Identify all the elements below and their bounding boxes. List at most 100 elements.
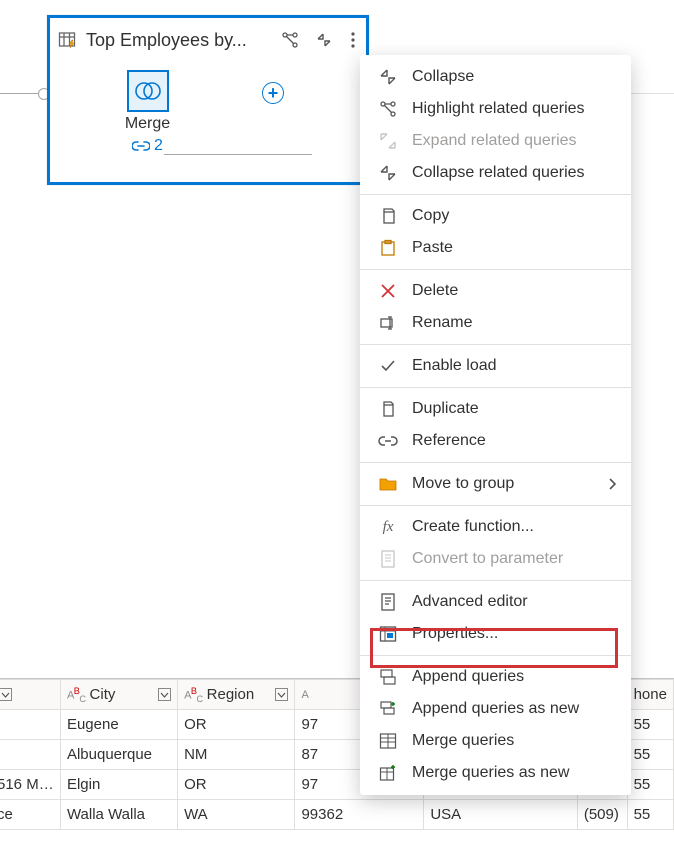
menu-properties[interactable]: Properties... [360, 618, 631, 650]
menu-delete[interactable]: Delete [360, 275, 631, 307]
table-cell[interactable]: Albuquerque [60, 740, 177, 770]
menu-label: Copy [412, 207, 449, 225]
menu-separator [360, 194, 631, 195]
table-cell[interactable] [0, 740, 60, 770]
menu-copy[interactable]: Copy [360, 200, 631, 232]
text-type-icon: ABC [184, 686, 203, 704]
merge-queries-icon [378, 731, 398, 751]
menu-label: Collapse related queries [412, 164, 585, 182]
table-cell[interactable]: 55 [627, 800, 673, 830]
menu-separator [360, 580, 631, 581]
menu-merge-queries-new[interactable]: Merge queries as new [360, 757, 631, 789]
menu-label: Highlight related queries [412, 100, 585, 118]
menu-advanced-editor[interactable]: Advanced editor [360, 586, 631, 618]
menu-collapse[interactable]: Collapse [360, 61, 631, 93]
append-icon [378, 667, 398, 687]
table-cell[interactable]: Elgin [60, 770, 177, 800]
node-title: Top Employees by... [86, 30, 247, 51]
filter-dropdown-icon[interactable] [275, 688, 288, 701]
menu-create-function[interactable]: fx Create function... [360, 511, 631, 543]
table-cell[interactable]: 99362 [295, 800, 424, 830]
connector-mid [164, 154, 312, 155]
add-step-button[interactable]: + [262, 82, 284, 104]
table-cell[interactable]: OR [178, 710, 295, 740]
filter-dropdown-icon[interactable] [0, 688, 12, 701]
connector-left [0, 93, 47, 94]
node-header: Top Employees by... [50, 18, 366, 62]
menu-label: Duplicate [412, 400, 479, 418]
reference-icon [378, 431, 398, 451]
menu-label: Convert to parameter [412, 550, 563, 568]
menu-move-to-group[interactable]: Move to group [360, 468, 631, 500]
merge-step-icon [127, 70, 169, 112]
table-cell[interactable]: WA [178, 800, 295, 830]
table-cell[interactable]: Eugene [60, 710, 177, 740]
menu-reference[interactable]: Reference [360, 425, 631, 457]
menu-separator [360, 344, 631, 345]
table-cell[interactable]: (509) [577, 800, 627, 830]
menu-separator [360, 462, 631, 463]
table-cell[interactable]: USA [424, 800, 578, 830]
menu-rename[interactable]: Rename [360, 307, 631, 339]
table-cell[interactable] [0, 710, 60, 740]
filter-dropdown-icon[interactable] [158, 688, 171, 701]
menu-append-queries[interactable]: Append queries [360, 661, 631, 693]
table-cell[interactable]: 55 [627, 740, 673, 770]
fx-icon: fx [378, 517, 398, 537]
menu-label: Create function... [412, 518, 534, 536]
merge-queries-new-icon [378, 763, 398, 783]
menu-paste[interactable]: Paste [360, 232, 631, 264]
col-region-label: Region [207, 686, 255, 703]
link-icon [132, 139, 150, 153]
menu-collapse-related[interactable]: Collapse related queries [360, 157, 631, 189]
collapse-arrows-icon [378, 163, 398, 183]
merge-step[interactable]: Merge 2 [110, 70, 185, 157]
delete-x-icon [378, 281, 398, 301]
menu-enable-load[interactable]: Enable load [360, 350, 631, 382]
merge-step-label: Merge [110, 115, 185, 133]
menu-merge-queries[interactable]: Merge queries [360, 725, 631, 757]
context-menu: Collapse Highlight related queries Expan… [360, 55, 631, 795]
folder-icon [378, 474, 398, 494]
table-cell[interactable]: Walla Walla [60, 800, 177, 830]
menu-label: Collapse [412, 68, 474, 86]
relationships-icon[interactable] [280, 30, 300, 50]
menu-label: Advanced editor [412, 593, 528, 611]
related-count[interactable]: 2 [132, 137, 163, 155]
menu-separator [360, 387, 631, 388]
collapse-arrows-icon [378, 67, 398, 87]
more-icon[interactable] [348, 30, 358, 50]
copy-icon [378, 206, 398, 226]
menu-convert-to-parameter: Convert to parameter [360, 543, 631, 575]
table-cell[interactable]: 55 [627, 710, 673, 740]
query-node-top-employees[interactable]: Top Employees by... Merge [47, 15, 369, 185]
col-phone-label: hone [634, 686, 667, 703]
relationships-icon [378, 99, 398, 119]
menu-highlight-related[interactable]: Highlight related queries [360, 93, 631, 125]
menu-label: Enable load [412, 357, 497, 375]
collapse-icon[interactable] [314, 30, 334, 50]
menu-label: Append queries [412, 668, 524, 686]
text-type-icon: ABC [67, 686, 86, 704]
parameter-icon [378, 549, 398, 569]
menu-label: Paste [412, 239, 453, 257]
table-cell[interactable]: 55 [627, 770, 673, 800]
table-cell[interactable]: OR [178, 770, 295, 800]
append-new-icon [378, 699, 398, 719]
menu-append-queries-new[interactable]: Append queries as new [360, 693, 631, 725]
table-row[interactable]: ceWalla WallaWA99362USA(509)55 [0, 800, 674, 830]
table-cell[interactable]: ce [0, 800, 60, 830]
col-city-label: City [90, 686, 116, 703]
menu-label: Delete [412, 282, 458, 300]
table-cell[interactable]: NM [178, 740, 295, 770]
menu-label: Expand related queries [412, 132, 577, 150]
chevron-right-icon [607, 477, 617, 491]
menu-duplicate[interactable]: Duplicate [360, 393, 631, 425]
menu-label: Move to group [412, 475, 514, 493]
editor-icon [378, 592, 398, 612]
table-cell[interactable]: 516 M… [0, 770, 60, 800]
menu-label: Properties... [412, 625, 498, 643]
related-count-value: 2 [154, 137, 163, 155]
menu-label: Merge queries as new [412, 764, 569, 782]
duplicate-icon [378, 399, 398, 419]
